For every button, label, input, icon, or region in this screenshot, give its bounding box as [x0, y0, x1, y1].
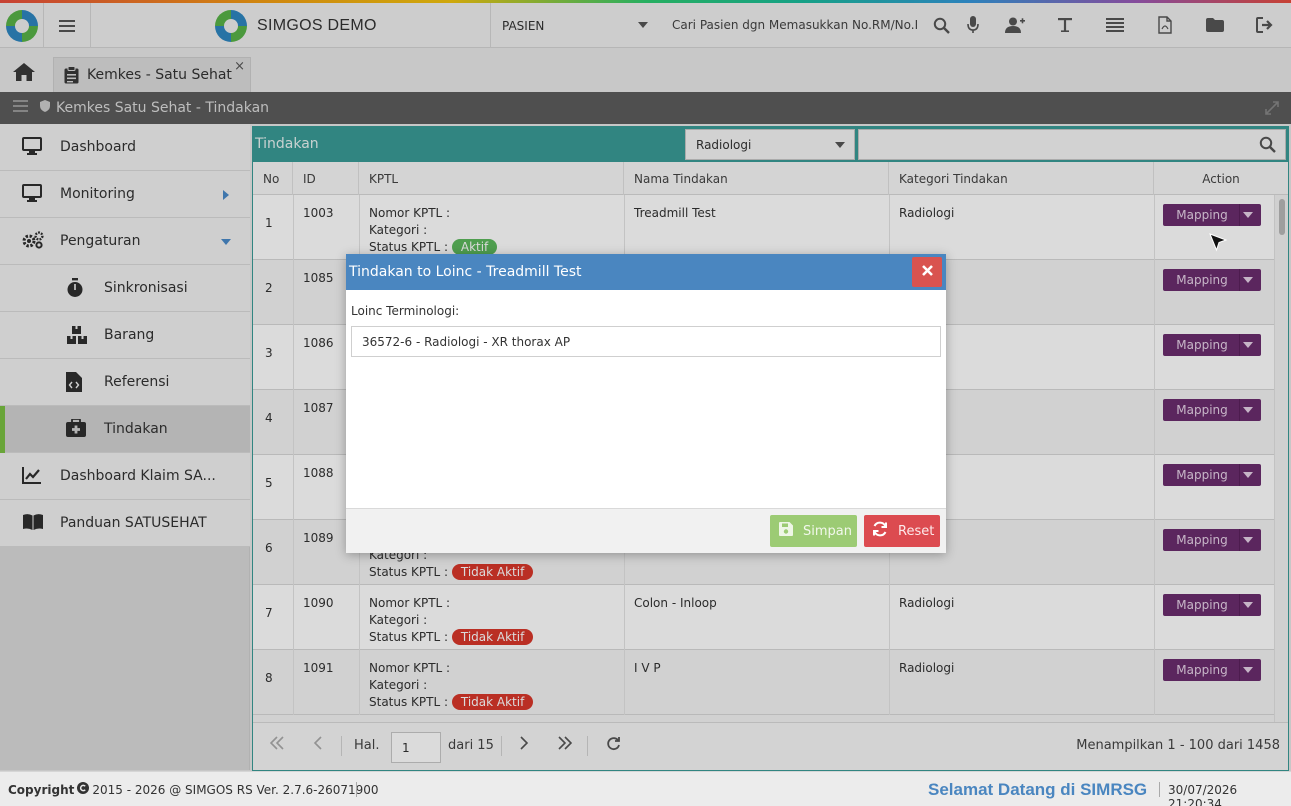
loinc-field-label: Loinc Terminologi:: [351, 304, 460, 318]
copyright-icon: [77, 782, 90, 797]
welcome-text: Selamat Datang di SIMRSG: [928, 780, 1148, 799]
loinc-mapping-dialog: Tindakan to Loinc - Treadmill Test Loinc…: [346, 254, 946, 553]
save-label: Simpan: [803, 523, 852, 539]
close-icon: [921, 264, 933, 280]
mouse-cursor-icon: [1208, 232, 1228, 256]
loinc-terminology-combobox[interactable]: 36572-6 - Radiologi - XR thorax AP: [351, 326, 941, 357]
dialog-footer: Simpan Reset: [346, 508, 946, 553]
reset-button[interactable]: Reset: [864, 515, 940, 547]
copyright: Copyright 2015 - 2026 @ SIMGOS RS Ver. 2…: [8, 782, 379, 797]
dialog-title: Tindakan to Loinc - Treadmill Test: [349, 264, 582, 280]
current-datetime: 30/07/2026 21:20:34: [1168, 783, 1238, 806]
dialog-header: Tindakan to Loinc - Treadmill Test: [346, 254, 946, 290]
refresh-icon: [872, 521, 888, 541]
save-icon: [779, 522, 793, 540]
dialog-close-button[interactable]: [912, 257, 942, 287]
reset-label: Reset: [898, 523, 935, 539]
copyright-text: 2015 - 2026 @ SIMGOS RS Ver. 2.7.6-26071…: [92, 782, 379, 797]
save-button[interactable]: Simpan: [770, 515, 857, 547]
status-footer: Copyright 2015 - 2026 @ SIMGOS RS Ver. 2…: [0, 771, 1291, 806]
footer-separator: [356, 782, 357, 797]
footer-separator: [1159, 782, 1160, 797]
copyright-label: Copyright: [8, 782, 75, 797]
